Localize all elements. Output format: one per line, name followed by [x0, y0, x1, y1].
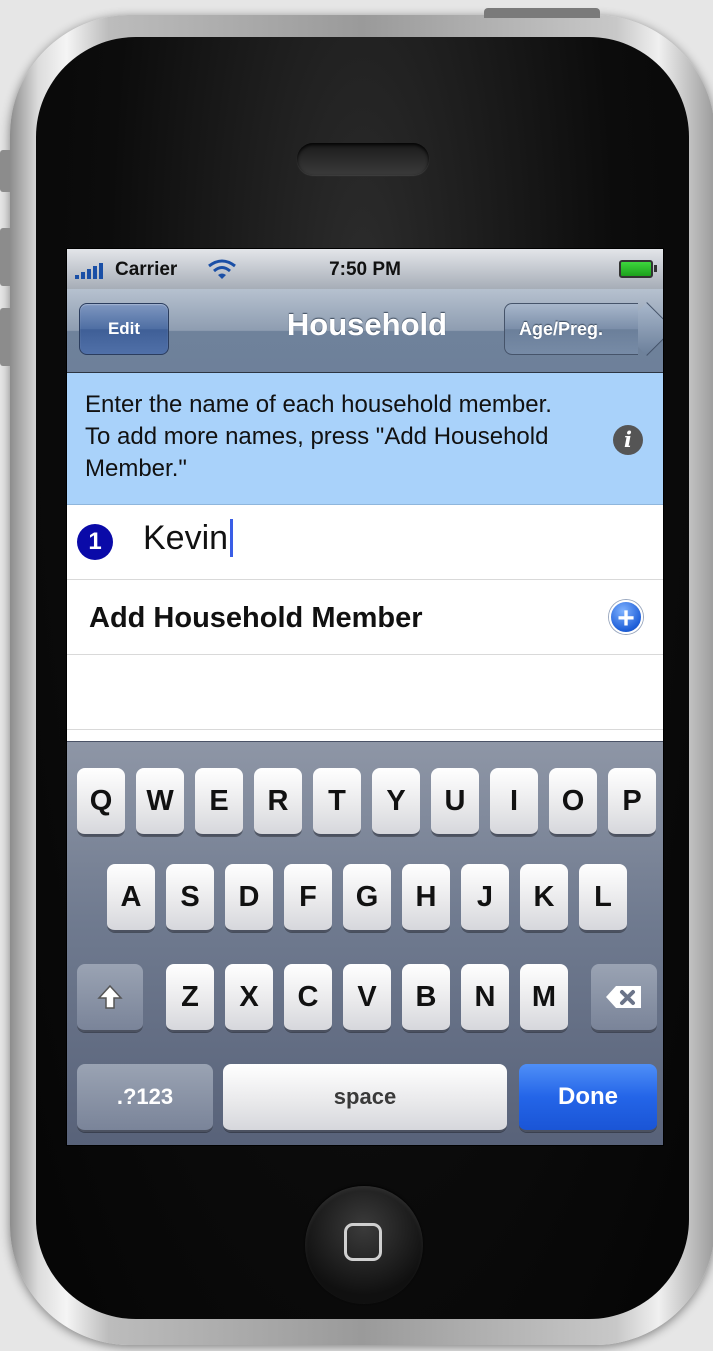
age-preg-button[interactable]: Age/Preg. — [504, 303, 638, 355]
key-l[interactable]: L — [579, 864, 627, 932]
space-key[interactable]: space — [223, 1064, 507, 1132]
add-plus-icon[interactable]: + — [609, 600, 643, 635]
keyboard: Q W E R T Y U I O P A S D F G H J K L Z … — [67, 741, 663, 1145]
home-square-icon — [344, 1223, 382, 1261]
key-m[interactable]: M — [520, 964, 568, 1032]
info-icon[interactable]: i — [613, 425, 643, 455]
key-y[interactable]: Y — [372, 768, 420, 836]
shift-key[interactable] — [77, 964, 143, 1032]
navigation-bar: Edit Household Age/Preg. — [67, 289, 663, 373]
instruction-banner: Enter the name of each household member.… — [67, 373, 663, 505]
key-j[interactable]: J — [461, 864, 509, 932]
phone-screen: Carrier 7:50 PM Edit Household Age/Preg.… — [66, 248, 664, 1146]
text-cursor — [230, 519, 234, 557]
key-p[interactable]: P — [608, 768, 656, 836]
key-v[interactable]: V — [343, 964, 391, 1032]
done-key[interactable]: Done — [519, 1064, 657, 1132]
key-f[interactable]: F — [284, 864, 332, 932]
add-member-label: Add Household Member — [89, 602, 423, 634]
key-t[interactable]: T — [313, 768, 361, 836]
instruction-text: Enter the name of each household member.… — [85, 391, 552, 482]
home-button[interactable] — [305, 1186, 423, 1304]
key-a[interactable]: A — [107, 864, 155, 932]
member-name-value: Kevin — [143, 519, 229, 557]
key-g[interactable]: G — [343, 864, 391, 932]
status-bar: Carrier 7:50 PM — [67, 249, 663, 289]
key-w[interactable]: W — [136, 768, 184, 836]
edit-button[interactable]: Edit — [79, 303, 169, 355]
numbers-key[interactable]: .?123 — [77, 1064, 213, 1132]
page-title: Household — [286, 307, 448, 342]
delete-key[interactable] — [591, 964, 657, 1032]
volume-up-button — [0, 228, 10, 286]
key-q[interactable]: Q — [77, 768, 125, 836]
key-z[interactable]: Z — [166, 964, 214, 1032]
key-h[interactable]: H — [402, 864, 450, 932]
key-x[interactable]: X — [225, 964, 273, 1032]
battery-icon — [619, 260, 657, 278]
shift-arrow-icon — [97, 984, 123, 1009]
key-e[interactable]: E — [195, 768, 243, 836]
key-r[interactable]: R — [254, 768, 302, 836]
key-d[interactable]: D — [225, 864, 273, 932]
key-c[interactable]: C — [284, 964, 332, 1032]
key-n[interactable]: N — [461, 964, 509, 1032]
member-name-input[interactable]: Kevin — [143, 519, 234, 558]
member-number-badge: 1 — [77, 524, 113, 560]
ring-switch — [0, 150, 10, 192]
member-row: 1 Kevin — [67, 505, 663, 580]
add-member-row[interactable]: Add Household Member + — [67, 580, 663, 655]
key-o[interactable]: O — [549, 768, 597, 836]
volume-down-button — [0, 308, 10, 366]
status-time: 7:50 PM — [329, 259, 401, 280]
key-u[interactable]: U — [431, 768, 479, 836]
key-b[interactable]: B — [402, 964, 450, 1032]
key-k[interactable]: K — [520, 864, 568, 932]
key-s[interactable]: S — [166, 864, 214, 932]
empty-row — [67, 655, 663, 730]
backspace-icon — [606, 986, 641, 1008]
sleep-button — [484, 8, 600, 18]
key-i[interactable]: I — [490, 768, 538, 836]
earpiece-speaker — [297, 143, 429, 175]
